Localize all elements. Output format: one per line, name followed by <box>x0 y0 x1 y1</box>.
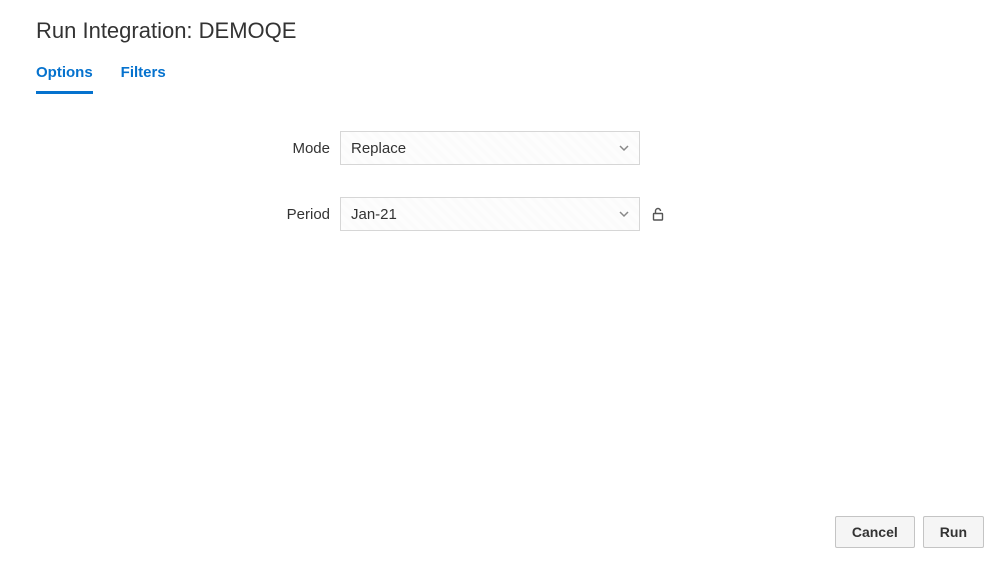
run-button[interactable]: Run <box>923 516 984 548</box>
cancel-button[interactable]: Cancel <box>835 516 915 548</box>
label-period: Period <box>0 206 340 223</box>
tab-bar: Options Filters <box>0 44 1002 95</box>
mode-select[interactable]: Replace <box>340 131 640 165</box>
row-mode: Mode Replace <box>0 131 1002 165</box>
page-title: Run Integration: DEMOQE <box>36 18 1002 44</box>
period-select[interactable]: Jan-21 <box>340 197 640 231</box>
footer: Cancel Run <box>835 516 984 548</box>
label-mode: Mode <box>0 140 340 157</box>
period-select-value: Jan-21 <box>340 197 640 231</box>
mode-select-value: Replace <box>340 131 640 165</box>
form-area: Mode Replace Period Jan-21 <box>0 95 1002 231</box>
tab-options[interactable]: Options <box>36 64 93 94</box>
unlock-icon[interactable] <box>650 206 666 222</box>
row-period: Period Jan-21 <box>0 197 1002 231</box>
tab-filters[interactable]: Filters <box>121 64 166 94</box>
header: Run Integration: DEMOQE <box>0 0 1002 44</box>
